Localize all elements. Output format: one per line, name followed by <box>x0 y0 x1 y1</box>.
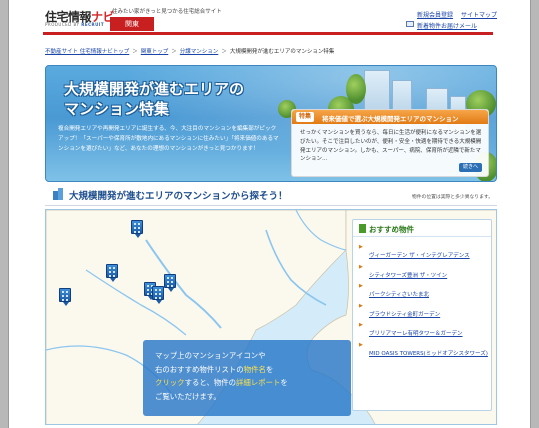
map-building-marker[interactable] <box>106 264 118 282</box>
instruction-line-4: ご覧いただけます。 <box>155 391 221 401</box>
feature-header-bar: 特集 将来価値で選ぶ大規模開発エリアのマンション <box>292 110 488 124</box>
section-divider <box>45 205 497 206</box>
breadcrumb-separator: ＞ <box>171 49 177 55</box>
hero-title-line1: 大規模開発が進むエリアの <box>64 80 245 98</box>
header-links: 新規会員登録 サイトマップ <box>417 10 497 19</box>
map-position-note: 物件の位置は実際と多少異なります。 <box>411 195 493 200</box>
feature-article-box[interactable]: 特集 将来価値で選ぶ大規模開発エリアのマンション せっかくマンションを買うなら、… <box>291 109 489 177</box>
instruction-line-1: マップ上のマンションアイコンや <box>155 351 266 360</box>
map-building-marker[interactable] <box>59 288 71 306</box>
section-heading: 大規模開発が進むエリアのマンションから探そう！ 物件の位置は実際と多少異なります… <box>53 186 493 204</box>
recommended-list: ヴィーガーデン ザ・インテグレアデンス シティタワーズ豊洲 ザ・ツイン パークシ… <box>353 242 491 360</box>
instruction-line-3: クリックすると、物件の詳細レポートを <box>155 376 339 390</box>
instruction-text: を <box>280 378 288 388</box>
recommended-item-link[interactable]: シティタワーズ豊洲 ザ・ツイン <box>369 273 447 279</box>
hero-title-line2: マンション特集 <box>64 100 170 118</box>
recommended-header: おすすめ物件 <box>353 220 491 237</box>
recommended-item-link[interactable]: ブリリアマーレ有明タワー＆ガーデン <box>369 331 463 337</box>
recommended-item[interactable]: パークシティさいたま北 <box>353 281 491 301</box>
map-building-marker[interactable] <box>131 220 143 238</box>
instruction-text: を <box>265 364 274 374</box>
feature-tag: 特集 <box>296 112 315 122</box>
feature-text: せっかくマンションを買うなら、毎日に生活が便利になるマンションを選びたい。そこで… <box>300 130 482 163</box>
map-building-marker[interactable] <box>164 274 176 292</box>
recommended-item-link[interactable]: パークシティさいたま北 <box>369 292 429 298</box>
map-instructions: マップ上のマンションアイコンや 右のおすすめ物件リストの物件名を クリックすると… <box>143 340 351 416</box>
new-listing-mail-link[interactable]: 新着物件お届けメール <box>417 21 477 30</box>
breadcrumb-item-mansion[interactable]: 分譲マンション <box>180 49 219 55</box>
site-tagline: 住みたい家がきっと見つかる住宅総合サイト <box>112 9 222 15</box>
hero-banner: 大規模開発が進むエリアの マンション特集 複合開発エリアや再開発エリアに誕生する… <box>45 65 497 182</box>
breadcrumb: 不動産サイト 住宅情報ナビトップ＞関東トップ＞分譲マンション＞大規模開発が進むエ… <box>45 47 334 55</box>
instruction-line-2: 右のおすすめ物件リストの物件名を <box>155 363 339 377</box>
section-title: 大規模開発が進むエリアのマンションから探そう！ <box>69 191 288 202</box>
mail-icon <box>406 21 414 27</box>
instruction-text: 右のおすすめ物件リストの <box>155 364 244 374</box>
breadcrumb-separator: ＞ <box>221 49 227 55</box>
breadcrumb-item-current: 大規模開発が進むエリアのマンション特集 <box>229 49 335 55</box>
browser-page: 住宅情報ナビ PRODUCED BY RECRUIT 住みたい家がきっと見つかる… <box>8 0 531 428</box>
recommended-item[interactable]: ブリリアマーレ有明タワー＆ガーデン <box>353 320 491 340</box>
region-tab-kanto[interactable]: 関東 <box>110 17 154 31</box>
breadcrumb-item-top[interactable]: 不動産サイト 住宅情報ナビトップ <box>45 49 129 55</box>
recommended-item-link[interactable]: プラウドシティ金町ガーデン <box>369 312 440 318</box>
recommended-item-link[interactable]: ヴィーガーデン ザ・インテグレアデンス <box>369 253 470 259</box>
logo-subtitle: PRODUCED BY RECRUIT <box>45 22 104 27</box>
recommended-item[interactable]: シティタワーズ豊洲 ザ・ツイン <box>353 262 491 282</box>
recommended-panel: おすすめ物件 ヴィーガーデン ザ・インテグレアデンス シティタワーズ豊洲 ザ・ツ… <box>352 219 492 411</box>
sitemap-link[interactable]: サイトマップ <box>461 12 497 19</box>
recommended-title: おすすめ物件 <box>369 225 414 234</box>
feature-title[interactable]: 将来価値で選ぶ大規模開発エリアのマンション <box>322 113 459 123</box>
feature-more-button[interactable]: 続きへ <box>458 163 482 172</box>
recommended-item[interactable]: ヴィーガーデン ザ・インテグレアデンス <box>353 242 491 262</box>
breadcrumb-item-kanto[interactable]: 関東トップ <box>141 49 169 55</box>
highlight-property-name: 物件名 <box>243 364 266 374</box>
highlight-click: クリック <box>155 378 185 388</box>
building-icon <box>53 188 63 200</box>
recommended-item[interactable]: プラウドシティ金町ガーデン <box>353 301 491 321</box>
hero-tree-illustration <box>346 74 366 104</box>
building-icon <box>359 224 366 233</box>
hero-description: 複合開発エリアや再開発エリアに誕生する、今、大注目のマンションを編集部がピックア… <box>58 126 279 152</box>
header-divider <box>43 32 493 35</box>
site-header: 住宅情報ナビ PRODUCED BY RECRUIT 住みたい家がきっと見つかる… <box>9 0 530 40</box>
recommended-item-link[interactable]: MID OASIS TOWERS(ミッドオアシスタワーズ) <box>369 351 488 357</box>
area-map: マップ上のマンションアイコンや 右のおすすめ物件リストの物件名を クリックすると… <box>45 209 497 425</box>
recommended-item[interactable]: MID OASIS TOWERS(ミッドオアシスタワーズ) <box>353 340 491 360</box>
logo-produced-by: PRODUCED BY <box>45 22 80 27</box>
register-link[interactable]: 新規会員登録 <box>417 12 453 19</box>
breadcrumb-separator: ＞ <box>132 49 138 55</box>
map-building-marker[interactable] <box>152 286 164 304</box>
highlight-detail-report: 詳細レポート <box>236 378 281 388</box>
logo-brand: RECRUIT <box>81 22 105 27</box>
instruction-text: すると、物件の <box>184 378 237 388</box>
